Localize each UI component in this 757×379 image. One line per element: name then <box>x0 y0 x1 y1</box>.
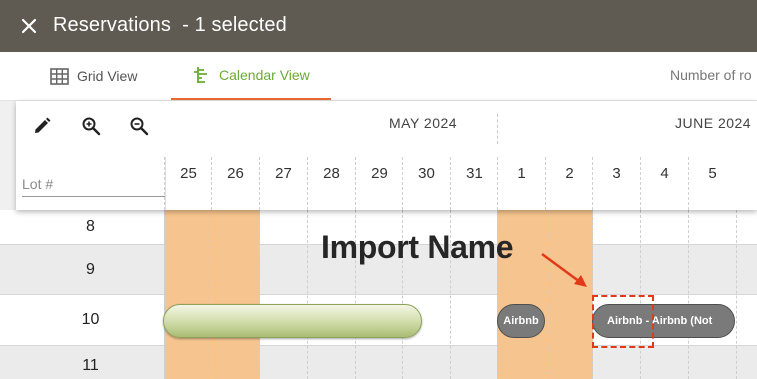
annotation-highlight-box <box>592 295 654 348</box>
grid-line <box>545 210 546 379</box>
day-label: 1 <box>517 165 526 182</box>
day-label: 31 <box>466 165 483 182</box>
day-label: 30 <box>418 165 435 182</box>
tab-grid-view-label: Grid View <box>77 68 138 84</box>
day-label: 29 <box>371 165 388 182</box>
weekend-shading <box>164 210 260 379</box>
day-header[interactable]: 26 <box>211 157 259 210</box>
zoom-in-button[interactable] <box>79 114 103 138</box>
lot-search-input[interactable] <box>22 171 166 197</box>
grid-line <box>307 210 308 379</box>
day-header[interactable]: 30 <box>402 157 450 210</box>
grid-line <box>736 210 737 379</box>
day-label: 4 <box>660 165 669 182</box>
lot-row[interactable]: 11 <box>0 346 757 379</box>
tab-calendar-view[interactable]: Calendar View <box>171 52 331 100</box>
day-header[interactable]: 5 <box>688 157 736 210</box>
day-label: 2 <box>565 165 574 182</box>
close-icon[interactable] <box>19 16 39 36</box>
view-tabs: Grid View Calendar View Number of ro <box>0 52 757 101</box>
grid-icon <box>50 67 69 85</box>
grid-line <box>164 210 165 379</box>
day-label: 28 <box>323 165 340 182</box>
page-title: Reservations - 1 selected <box>53 14 287 36</box>
tab-calendar-view-label: Calendar View <box>219 67 310 83</box>
calendar-timeline-icon <box>194 67 207 83</box>
day-header[interactable]: 28 <box>307 157 355 210</box>
title-bar: Reservations - 1 selected <box>0 0 757 52</box>
grid-line <box>259 210 260 379</box>
tab-grid-view[interactable]: Grid View <box>50 52 137 100</box>
day-label: 27 <box>275 165 292 182</box>
day-header[interactable]: 3 <box>592 157 640 210</box>
day-header[interactable]: 4 <box>640 157 688 210</box>
pencil-icon <box>35 117 51 133</box>
day-header[interactable]: 27 <box>259 157 307 210</box>
day-header[interactable]: 25 <box>164 157 212 210</box>
zoom-out-button[interactable] <box>127 114 151 138</box>
zoom-out-icon <box>130 117 149 136</box>
day-label: 5 <box>708 165 717 182</box>
edit-button[interactable] <box>30 114 54 138</box>
annotation-label: Import Name <box>321 229 514 265</box>
day-header[interactable]: 2 <box>545 157 593 210</box>
reservation-bar[interactable]: Airbnb <box>497 304 545 338</box>
day-label: 26 <box>227 165 244 182</box>
grid-line <box>688 210 689 379</box>
reservation-bar[interactable] <box>163 304 422 338</box>
day-label: 3 <box>612 165 621 182</box>
day-label: 25 <box>180 165 197 182</box>
lot-label: 9 <box>86 260 95 278</box>
rooms-count-label: Number of ro <box>670 67 752 83</box>
day-header[interactable]: 1 <box>497 157 545 210</box>
day-header[interactable]: 31 <box>450 157 498 210</box>
grid-line <box>211 210 212 379</box>
month-label: JUNE 2024 <box>675 115 752 131</box>
month-divider <box>497 114 498 144</box>
day-header[interactable]: 29 <box>355 157 403 210</box>
zoom-in-icon <box>82 117 101 136</box>
month-label: MAY 2024 <box>389 115 458 131</box>
calendar-header: MAY 2024 JUNE 2024 25 26 27 28 29 30 31 … <box>16 101 757 210</box>
lot-label: 11 <box>82 357 99 374</box>
lot-label: 8 <box>86 218 95 235</box>
lot-label: 10 <box>81 311 100 328</box>
